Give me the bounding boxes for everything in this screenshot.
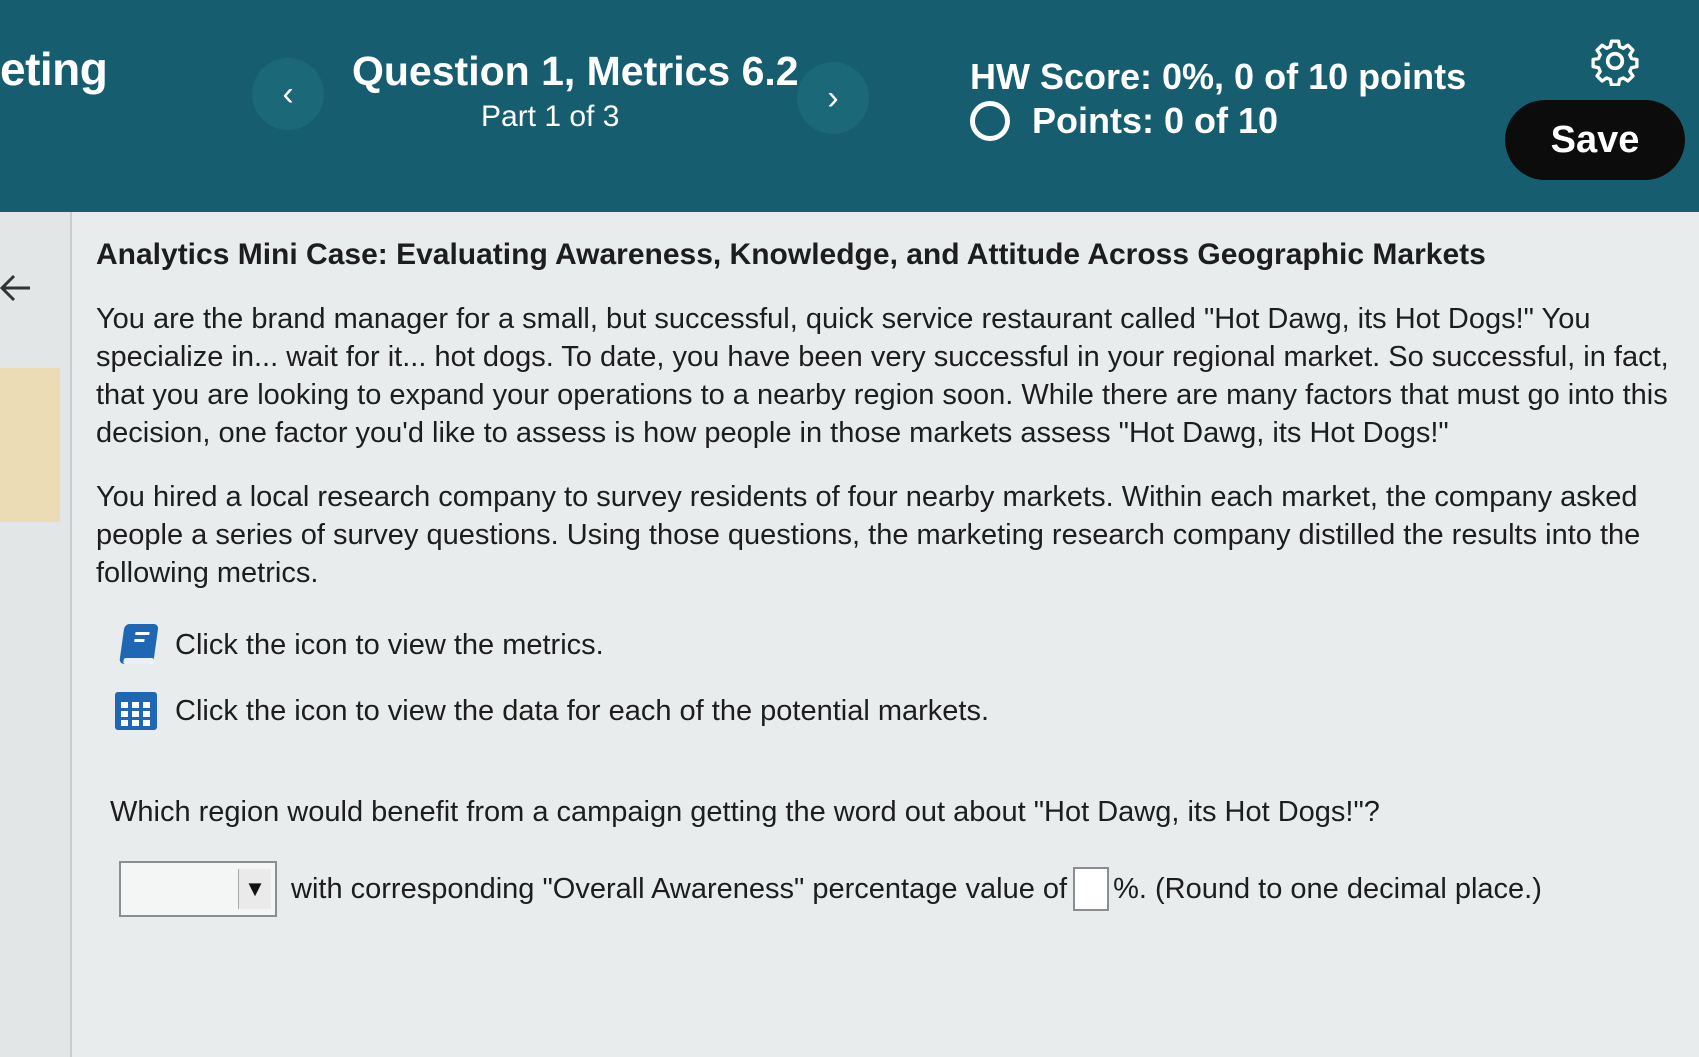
answer-row: ▼ with corresponding "Overall Awareness"…	[119, 861, 1691, 917]
top-header: eting ‹ Question 1, Metrics 6.2 Part 1 o…	[0, 0, 1699, 212]
gear-icon[interactable]	[1590, 36, 1640, 86]
region-select[interactable]: ▼	[119, 861, 277, 917]
research-paragraph: You hired a local research company to su…	[96, 481, 1641, 589]
status-circle-icon	[970, 101, 1010, 141]
data-link-text: Click the icon to view the data for each…	[175, 694, 990, 727]
answer-text-suffix: %. (Round to one decimal place.)	[1113, 872, 1542, 905]
intro-paragraph: You are the brand manager for a small, b…	[96, 303, 1669, 449]
gutter-highlight	[0, 368, 60, 522]
metrics-link-row: Click the icon to view the metrics.	[113, 622, 1691, 668]
points-status: Points: 0 of 10	[970, 100, 1278, 142]
course-title: eting	[0, 43, 108, 95]
collapse-arrow-icon[interactable]	[0, 268, 30, 308]
case-title: Analytics Mini Case: Evaluating Awarenes…	[96, 238, 1486, 271]
data-link-row: Click the icon to view the data for each…	[113, 688, 1691, 734]
book-icon[interactable]	[113, 622, 159, 668]
question-part: Part 1 of 3	[481, 100, 620, 133]
data-grid-icon[interactable]	[113, 688, 159, 734]
answer-text-prefix: with corresponding "Overall Awareness" p…	[291, 872, 1068, 905]
left-gutter	[0, 212, 72, 1057]
points-label: Points: 0 of 10	[1032, 100, 1279, 141]
dropdown-arrow-icon[interactable]: ▼	[238, 869, 271, 909]
metrics-link-text: Click the icon to view the metrics.	[175, 628, 604, 661]
awareness-percentage-input[interactable]	[1073, 867, 1110, 911]
hw-score: HW Score: 0%, 0 of 10 points	[970, 56, 1467, 97]
previous-question-button[interactable]: ‹	[252, 58, 324, 130]
question-text: Which region would benefit from a campai…	[110, 796, 1380, 828]
question-title: Question 1, Metrics 6.2	[352, 48, 799, 94]
question-content: Analytics Mini Case: Evaluating Awarenes…	[96, 238, 1691, 917]
save-button[interactable]: Save	[1505, 100, 1685, 180]
next-question-button[interactable]: ›	[797, 62, 869, 134]
